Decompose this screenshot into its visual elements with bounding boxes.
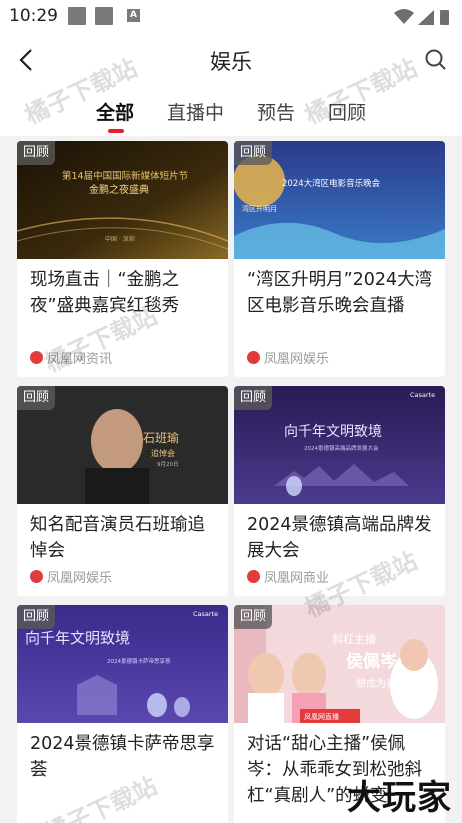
thumb-text: Casarte	[410, 391, 435, 399]
video-card[interactable]: 石班瑜 追悼会 9月20日 回顾 知名配音演员石班瑜追悼会 凤凰网娱乐	[17, 386, 228, 596]
video-card[interactable]: 2024大湾区电影音乐晚会 湾区升明月 回顾 “湾区升明月”2024大湾区电影音…	[234, 141, 445, 377]
card-source: 凤凰网资讯	[30, 348, 112, 367]
thumb-text: 追悼会	[151, 448, 175, 458]
video-card[interactable]: 向千年文明致境 2024景德镇高端品牌发展大会 Casarte 回顾 2024景…	[234, 386, 445, 596]
card-title: 知名配音演员石班瑜追悼会	[30, 515, 205, 561]
thumbnail: 斜杠主播 侯佩岑 想成为喜剧 凤凰网直播 回顾	[234, 605, 445, 723]
replay-badge: 回顾	[234, 141, 273, 165]
card-title: “湾区升明月”2024大湾区电影音乐晚会直播	[247, 270, 433, 316]
header: 娱乐	[0, 34, 462, 86]
thumb-text: Casarte	[193, 610, 218, 618]
notification-icon	[95, 7, 113, 25]
thumb-text: 湾区升明月	[242, 204, 277, 213]
wifi-icon	[394, 9, 414, 24]
thumbnail: 向千年文明致境 2024景德镇高端品牌发展大会 Casarte 回顾	[234, 386, 445, 504]
text-notification-icon: A	[127, 9, 140, 22]
thumbnail: 第14届中国国际新媒体短片节 金鹏之夜盛典 中国 · 深圳 回顾	[17, 141, 228, 259]
notification-icon	[68, 7, 86, 25]
source-label: 凤凰网资讯	[47, 352, 113, 367]
ifeng-logo-icon	[247, 351, 260, 364]
thumb-text: 侯佩岑	[346, 651, 398, 672]
tab-bar: 全部 直播中 预告 回顾	[0, 86, 462, 136]
battery-icon	[440, 10, 449, 25]
thumb-text: 中国 · 深圳	[105, 235, 135, 243]
ifeng-logo-icon	[30, 570, 43, 583]
status-indicators	[394, 9, 449, 25]
replay-badge: 回顾	[234, 605, 273, 629]
corner-logo: 大玩家	[347, 778, 452, 818]
replay-badge: 回顾	[17, 141, 56, 165]
source-label: 凤凰网商业	[264, 571, 330, 586]
video-card[interactable]: 第14届中国国际新媒体短片节 金鹏之夜盛典 中国 · 深圳 回顾 现场直击｜“金…	[17, 141, 228, 377]
video-card[interactable]: 向千年文明致境 2024景德镇卡萨帝思享荟 Casarte 回顾 2024景德镇…	[17, 605, 228, 823]
thumb-text: 金鹏之夜盛典	[89, 183, 149, 196]
thumb-text: 2024景德镇高端品牌发展大会	[304, 444, 379, 452]
ifeng-logo-icon	[247, 570, 260, 583]
card-title: 现场直击｜“金鹏之夜”盛典嘉宾红毯秀	[30, 270, 180, 316]
status-time: 10:29	[9, 6, 58, 26]
thumb-text: 9月20日	[157, 461, 179, 468]
replay-badge: 回顾	[234, 386, 273, 410]
card-title: 2024景德镇高端品牌发展大会	[247, 515, 432, 561]
page-title: 娱乐	[210, 50, 252, 74]
active-tab-indicator	[108, 129, 124, 133]
thumb-text: 石班瑜	[143, 430, 179, 445]
tab-replay[interactable]: 回顾	[328, 98, 366, 125]
card-source: 凤凰网娱乐	[247, 348, 329, 367]
replay-badge: 回顾	[17, 605, 56, 629]
card-source: 凤凰网商业	[247, 567, 329, 586]
thumb-text: 2024景德镇卡萨帝思享荟	[107, 657, 171, 665]
status-bar: 10:29 A	[0, 0, 462, 34]
tab-live[interactable]: 直播中	[167, 98, 224, 125]
thumbnail: 2024大湾区电影音乐晚会 湾区升明月 回顾	[234, 141, 445, 259]
replay-badge: 回顾	[17, 386, 56, 410]
thumbnail: 向千年文明致境 2024景德镇卡萨帝思享荟 Casarte 回顾	[17, 605, 228, 723]
source-label: 凤凰网娱乐	[47, 571, 113, 586]
thumb-text: 凤凰网直播	[304, 712, 339, 721]
thumb-text: 第14届中国国际新媒体短片节	[62, 170, 188, 182]
search-icon[interactable]	[424, 48, 448, 72]
thumbnail: 石班瑜 追悼会 9月20日 回顾	[17, 386, 228, 504]
signal-icon	[418, 10, 434, 25]
thumb-text: 2024大湾区电影音乐晚会	[282, 178, 381, 189]
thumb-text: 斜杠主播	[332, 632, 376, 646]
thumb-text: 向千年文明致境	[25, 629, 130, 647]
thumb-text: 向千年文明致境	[284, 424, 382, 440]
tab-all[interactable]: 全部	[96, 98, 134, 125]
card-source: 凤凰网娱乐	[30, 567, 112, 586]
source-label: 凤凰网娱乐	[264, 352, 330, 367]
card-title: 2024景德镇卡萨帝思享荟	[30, 734, 215, 780]
tab-preview[interactable]: 预告	[257, 98, 295, 125]
ifeng-logo-icon	[30, 351, 43, 364]
